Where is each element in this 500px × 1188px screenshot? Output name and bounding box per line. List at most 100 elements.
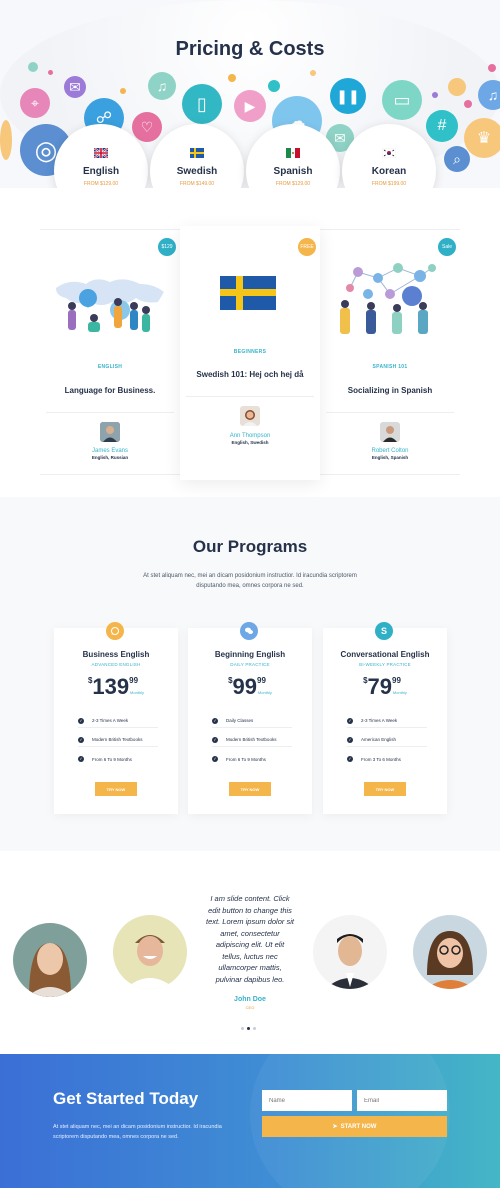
plan-feature: ✓ 2-3 Times A Week — [347, 714, 427, 728]
course-category: SPANISH 101 — [372, 364, 408, 370]
course-card-swedish[interactable]: FREE BEGINNERS Swedish 101: Hej och hej … — [180, 226, 320, 480]
name-input[interactable] — [262, 1090, 352, 1111]
check-icon: ✓ — [78, 717, 84, 724]
testimonial-name: John Doe — [234, 996, 266, 1003]
plan-tag: ADVANCED ENGLISH — [91, 662, 141, 667]
feature-label: From 6 To 9 Months — [92, 756, 132, 762]
feature-label: American English — [361, 737, 397, 742]
plan-card-beginning: Beginning English DAILY PRACTICE $9999Mo… — [188, 622, 312, 814]
plan-price: $7999 Monthly — [323, 674, 447, 700]
teacher-avatar — [100, 422, 120, 442]
crown-icon: ♛ — [464, 118, 500, 158]
location-icon: ⌖ — [20, 88, 50, 118]
lang-price: FROM $129.00 — [275, 181, 311, 187]
music-icon: ♫ — [148, 72, 176, 100]
testimonial-avatar[interactable] — [13, 923, 87, 997]
course-title[interactable]: Socializing in Spanish — [320, 386, 460, 395]
course-card-english[interactable]: $129 ENGLISH Language for Business. Jame… — [40, 230, 180, 476]
price-currency: $ — [228, 676, 233, 685]
cta-title: Get Started Today — [53, 1089, 199, 1108]
start-now-button[interactable]: ➤ START NOW — [262, 1116, 447, 1137]
teacher-name[interactable]: Ann Thompson — [180, 433, 320, 439]
skype-icon: S — [375, 622, 393, 640]
programs-section: Our Programs At stet aliquam nec, mei an… — [0, 497, 500, 851]
plan-card-conversational: S Conversational English BI-WEEKLY PRACT… — [323, 622, 447, 814]
course-title[interactable]: Language for Business. — [40, 386, 180, 395]
divider — [46, 412, 174, 413]
plan-name: Business English — [82, 650, 150, 659]
lang-price: FROM $129.00 — [83, 181, 119, 187]
price-cents: 99 — [392, 676, 401, 685]
plan-card-business: Business English ADVANCED ENGLISH $13999… — [54, 622, 178, 814]
hero-title: Pricing & Costs — [175, 38, 325, 60]
price-integer: 139 — [92, 674, 130, 699]
pagination-dot[interactable] — [241, 1027, 244, 1030]
check-icon: ✓ — [347, 736, 353, 743]
check-icon: ✓ — [347, 756, 353, 762]
testimonial-avatar[interactable] — [313, 915, 387, 989]
lang-name: English — [82, 166, 120, 177]
try-now-button[interactable]: TRY NOW — [364, 782, 406, 796]
carousel-pagination — [241, 1027, 256, 1030]
price-cents: 99 — [129, 676, 139, 685]
lang-name: Spanish — [273, 166, 313, 177]
plan-name: Beginning English — [214, 650, 286, 659]
lang-name: Korean — [371, 166, 407, 177]
price-period: Monthly — [130, 690, 145, 695]
pagination-dot-active[interactable] — [247, 1027, 250, 1030]
pagination-dot[interactable] — [253, 1027, 256, 1030]
send-icon: ➤ — [332, 1124, 338, 1130]
divider — [186, 396, 314, 397]
world-map-illustration — [56, 279, 164, 332]
programs-title: Our Programs — [192, 537, 308, 556]
testimonial-avatar[interactable] — [413, 915, 487, 989]
check-icon: ✓ — [78, 736, 84, 743]
social-network-illustration — [340, 263, 436, 334]
feature-label: From 3 To 6 Months — [361, 756, 401, 762]
plan-feature: ✓ 2-3 Times A Week — [78, 714, 158, 728]
testimonial-role: CEO — [245, 1005, 255, 1010]
check-icon: ✓ — [212, 756, 218, 762]
search-icon: ⌕ — [444, 146, 470, 172]
course-card-spanish[interactable]: Sale SPANISH 101 Socializing in Spanish … — [320, 230, 460, 476]
testimonial-quote: I am slide content. Click edit button to… — [206, 894, 294, 984]
teacher-name[interactable]: Robert Colton — [320, 448, 460, 454]
phone-icon: ▯ — [182, 84, 222, 124]
feature-label: From 6 To 9 Months — [226, 756, 266, 762]
course-list: $129 ENGLISH Language for Business. Jame… — [40, 226, 460, 480]
plan-price: $9999Monthly — [188, 674, 312, 700]
check-icon: ✓ — [78, 756, 84, 762]
try-now-button[interactable]: TRY NOW — [229, 782, 271, 796]
testimonial-carousel: I am slide content. Click edit button to… — [0, 851, 500, 1056]
hashtag-icon: # — [426, 110, 458, 142]
start-now-label: START NOW — [340, 1123, 377, 1130]
price-integer: 79 — [367, 674, 392, 699]
plan-tag: DAILY PRACTICE — [230, 662, 270, 667]
wechat-icon — [240, 622, 258, 640]
heart-icon: ♡ — [132, 112, 162, 142]
price-currency: $ — [363, 676, 368, 685]
price-period: Monthly — [392, 690, 407, 695]
lang-price: FROM $199.00 — [371, 181, 407, 187]
teacher-languages: English, Spanish — [371, 455, 409, 460]
plan-feature: ✓ Daily Classes — [212, 714, 292, 728]
testimonial-avatar[interactable] — [113, 915, 187, 989]
feature-label: Daily Classes — [226, 718, 254, 723]
price-badge: $129 — [158, 238, 176, 256]
price-cents: 99 — [257, 676, 266, 685]
price-currency: $ — [87, 676, 93, 685]
teacher-name[interactable]: James Evans — [40, 448, 180, 454]
email-input[interactable] — [357, 1090, 447, 1111]
play-icon: ▶ — [234, 90, 266, 122]
feature-label: 2-3 Times A Week — [361, 718, 398, 723]
check-icon: ✓ — [347, 717, 353, 724]
plan-name: Conversational English — [340, 650, 430, 659]
message-icon: ▭ — [382, 80, 422, 120]
price-badge: FREE — [298, 238, 316, 256]
check-icon: ✓ — [212, 736, 218, 743]
plan-feature: ✓ From 6 To 9 Months — [212, 752, 292, 766]
korea-flag-icon — [382, 148, 396, 158]
plan-feature: ✓ Modern British Textbooks — [212, 733, 292, 747]
try-now-button[interactable]: TRY NOW — [95, 782, 137, 796]
course-title[interactable]: Swedish 101: Hej och hej då — [180, 370, 320, 379]
